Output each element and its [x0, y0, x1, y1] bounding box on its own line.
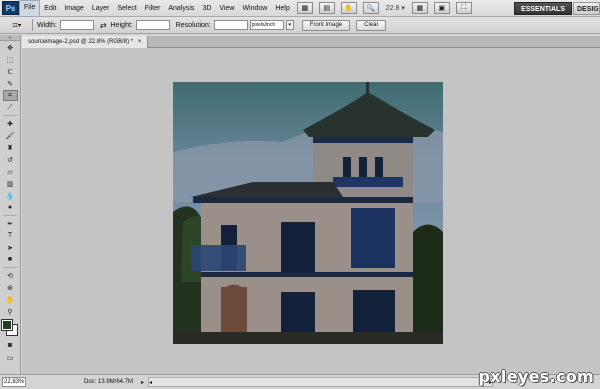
- menu-file[interactable]: File: [19, 0, 41, 17]
- color-swatches: [1, 319, 18, 336]
- menu-analysis[interactable]: Analysis: [164, 0, 198, 17]
- watermark-logo: pxleyes.com: [478, 367, 594, 386]
- mini-bridge-icon[interactable]: ▤: [318, 2, 335, 14]
- menu-filter[interactable]: Filter: [141, 0, 165, 17]
- hand-tool-icon[interactable]: ✋: [340, 2, 357, 14]
- options-bar: ⌗▾ Width: ⇄ Height: Resolution: pixels/i…: [0, 17, 600, 34]
- dodge-tool-icon[interactable]: ●: [3, 202, 18, 213]
- pen-tool-icon[interactable]: ✒: [3, 218, 18, 229]
- shape-tool-icon[interactable]: ■: [3, 254, 18, 265]
- photoshop-window: Ps File Edit Image Layer Select Filter Analysi…: [0, 0, 600, 389]
- swap-dimensions-icon[interactable]: ⇄: [100, 21, 107, 30]
- quick-mask-icon[interactable]: ◙: [3, 340, 18, 351]
- menu-window[interactable]: Window: [238, 0, 271, 17]
- tools-panel-grip[interactable]: »: [0, 35, 20, 41]
- photoshop-logo: Ps: [2, 1, 19, 15]
- clone-stamp-tool-icon[interactable]: ♜: [3, 142, 18, 153]
- workspace-essentials-button[interactable]: ESSENTIALS: [514, 2, 572, 15]
- document-image[interactable]: [173, 82, 443, 344]
- eyedropper-tool-icon[interactable]: ⟋: [3, 102, 18, 113]
- tools-divider: [3, 267, 17, 268]
- screen-mode-tool-icon[interactable]: ▭: [3, 352, 18, 363]
- 3d-orbit-tool-icon[interactable]: ⊛: [3, 282, 18, 293]
- resolution-field[interactable]: [213, 20, 248, 30]
- height-field[interactable]: [135, 20, 170, 30]
- width-field[interactable]: [59, 20, 94, 30]
- hand-tool-icon[interactable]: ✋: [3, 294, 18, 305]
- resolution-label: Resolution:: [175, 21, 211, 29]
- resolution-unit-dropdown-icon[interactable]: ▾: [285, 20, 294, 30]
- front-image-button[interactable]: Front Image: [301, 19, 351, 31]
- menu-help[interactable]: Help: [271, 0, 293, 17]
- foreground-color-swatch[interactable]: [1, 319, 13, 331]
- height-label: Height:: [110, 21, 133, 29]
- document-tab[interactable]: sourceimage-2.psd @ 22.8% (RGB/8) * ×: [22, 36, 149, 48]
- zoom-level-value: 22.8: [385, 5, 400, 12]
- menu-view[interactable]: View: [215, 0, 238, 17]
- menu-select[interactable]: Select: [113, 0, 140, 17]
- options-divider: [32, 19, 33, 31]
- zoom-input[interactable]: 22.83%: [2, 377, 26, 387]
- blur-tool-icon[interactable]: 💧: [3, 190, 18, 201]
- marquee-tool-icon[interactable]: ⬚: [3, 54, 18, 65]
- menu-3d[interactable]: 3D: [198, 0, 215, 17]
- canvas-area[interactable]: [22, 48, 600, 374]
- building-photo: [173, 82, 443, 344]
- menu-layer[interactable]: Layer: [88, 0, 114, 17]
- scroll-left-icon[interactable]: ◂: [149, 379, 152, 386]
- 3d-rotate-tool-icon[interactable]: ⟲: [3, 270, 18, 281]
- menu-bar: Ps File Edit Image Layer Select Filter Analysi…: [0, 0, 600, 17]
- zoom-tool-icon[interactable]: ⚲: [3, 306, 18, 317]
- menu-items: File Edit Image Layer Select Filter Analysis 3D…: [19, 0, 294, 17]
- arrange-documents-icon[interactable]: ▣: [433, 2, 450, 14]
- zoom-level-arrow: ▾: [401, 5, 405, 12]
- document-info: Doc: 13.9M/64.7M: [84, 379, 134, 385]
- resolution-unit-select[interactable]: pixels/inch: [249, 20, 284, 30]
- menu-edit[interactable]: Edit: [40, 0, 60, 17]
- path-selection-tool-icon[interactable]: ➤: [3, 242, 18, 253]
- gradient-tool-icon[interactable]: ▥: [3, 178, 18, 189]
- close-tab-icon[interactable]: ×: [138, 39, 142, 45]
- bridge-icon[interactable]: ▦: [296, 2, 313, 14]
- zoom-level-display[interactable]: 22.8 ▾: [382, 4, 409, 12]
- status-menu-arrow[interactable]: ▸: [141, 379, 144, 386]
- width-label: Width:: [37, 21, 57, 29]
- brush-tool-icon[interactable]: 🖌: [3, 130, 18, 141]
- tools-panel: » ✥ ⬚ ᑕ ✎ ⌗ ⟋ ✚ 🖌 ♜ ↺ ▱ ▥ 💧 ● ✒ T ➤ ■ ⟲ …: [0, 35, 21, 374]
- move-tool-icon[interactable]: ✥: [3, 42, 18, 53]
- lasso-tool-icon[interactable]: ᑕ: [3, 66, 18, 77]
- tools-divider: [3, 115, 17, 116]
- screen-mode-icon[interactable]: ⛶: [455, 2, 472, 14]
- quick-selection-tool-icon[interactable]: ✎: [3, 78, 18, 89]
- workspace-design-button[interactable]: DESIGN: [573, 2, 600, 15]
- type-tool-icon[interactable]: T: [3, 230, 18, 241]
- clear-button[interactable]: Clear: [356, 19, 387, 31]
- healing-brush-tool-icon[interactable]: ✚: [3, 118, 18, 129]
- zoom-tool-icon[interactable]: 🔍: [362, 2, 379, 14]
- crop-tool-icon[interactable]: ⌗: [2, 90, 18, 101]
- history-brush-tool-icon[interactable]: ↺: [3, 154, 18, 165]
- crop-tool-preset-icon[interactable]: ⌗▾: [6, 18, 28, 32]
- view-extras-icon[interactable]: ▦: [411, 2, 428, 14]
- eraser-tool-icon[interactable]: ▱: [3, 166, 18, 177]
- document-tab-bar: sourceimage-2.psd @ 22.8% (RGB/8) * ×: [22, 36, 600, 48]
- document-tab-title: sourceimage-2.psd @ 22.8% (RGB/8) *: [28, 39, 134, 45]
- menu-image[interactable]: Image: [60, 0, 87, 17]
- tools-divider: [3, 215, 17, 216]
- horizontal-scrollbar[interactable]: ◂ ▸: [148, 377, 494, 387]
